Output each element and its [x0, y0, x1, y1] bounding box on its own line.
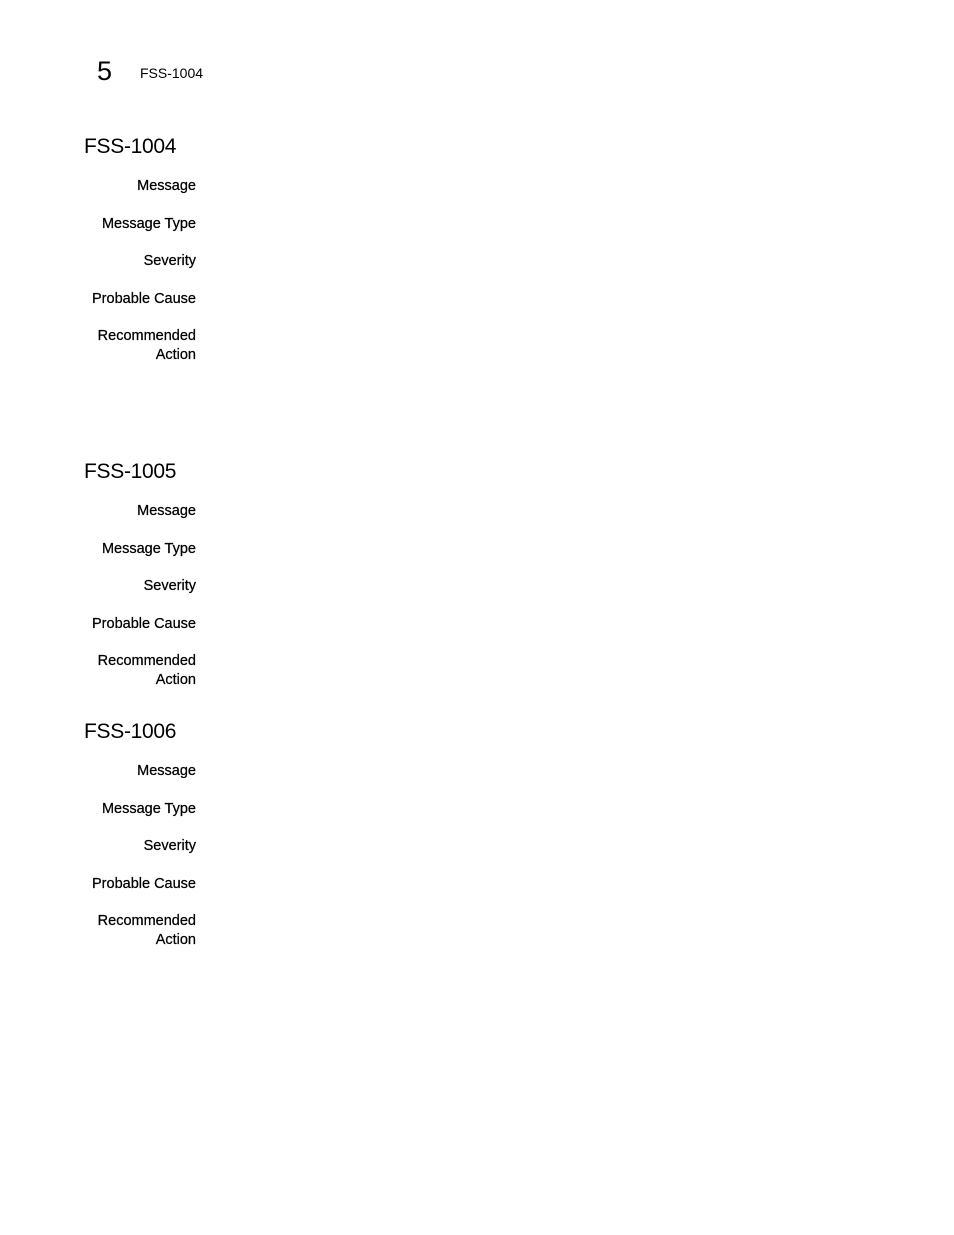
field-row-message: Message [84, 762, 904, 781]
field-label: Severity [143, 253, 196, 269]
field-label: Message Type [101, 215, 196, 232]
field-row-message-type: Message Type [84, 215, 904, 234]
field-row-recommended-action: Recommended Action [84, 327, 904, 365]
field-label: Severity [143, 838, 196, 854]
field-label: Probable Cause [92, 615, 196, 632]
field-label: Message [137, 763, 196, 779]
field-row-message: Message [84, 177, 904, 196]
field-label: Message [137, 503, 196, 519]
field-value [218, 800, 904, 819]
field-label: Probable Cause [92, 290, 196, 307]
field-label-line: Action [155, 347, 197, 363]
field-value [218, 762, 904, 781]
section-title: FSS-1006 [84, 720, 177, 743]
message-section: FSS-1005 Message Message Type Severity P… [84, 459, 904, 709]
field-list: Message Message Type Severity Probable C… [84, 502, 904, 690]
field-label: Message [137, 178, 196, 194]
field-row-message-type: Message Type [84, 800, 904, 819]
field-list: Message Message Type Severity Probable C… [84, 762, 904, 950]
field-label-line: Recommended [97, 653, 197, 669]
field-label: Message Type [101, 540, 196, 557]
field-row-severity: Severity [84, 252, 904, 271]
field-value [218, 912, 904, 931]
field-value [218, 652, 904, 671]
chapter-number: 5 [97, 56, 113, 86]
message-section: FSS-1004 Message Message Type Severity P… [84, 134, 904, 384]
field-value [218, 327, 904, 346]
running-title: FSS-1004 [140, 65, 204, 81]
section-title: FSS-1004 [84, 135, 177, 158]
field-label: Message Type [101, 800, 196, 817]
field-label: Recommended Action [84, 912, 197, 950]
field-label-line: Action [155, 932, 197, 948]
field-label-line: Action [155, 672, 197, 688]
field-row-recommended-action: Recommended Action [84, 912, 904, 950]
field-value [218, 540, 904, 559]
field-row-probable-cause: Probable Cause [84, 875, 904, 894]
field-row-message: Message [84, 502, 904, 521]
field-row-recommended-action: Recommended Action [84, 652, 904, 690]
field-label: Probable Cause [92, 875, 196, 892]
field-label-line: Recommended [97, 328, 197, 344]
field-value [218, 215, 904, 234]
field-value [218, 837, 904, 856]
message-section: FSS-1006 Message Message Type Severity P… [84, 719, 904, 969]
field-row-severity: Severity [84, 837, 904, 856]
field-list: Message Message Type Severity Probable C… [84, 177, 904, 365]
field-row-severity: Severity [84, 577, 904, 596]
field-value [218, 502, 904, 521]
field-value [218, 252, 904, 271]
field-row-probable-cause: Probable Cause [84, 615, 904, 634]
field-value [218, 177, 904, 196]
field-value [218, 577, 904, 596]
field-row-message-type: Message Type [84, 540, 904, 559]
field-label: Recommended Action [84, 652, 197, 690]
field-label-line: Recommended [97, 913, 197, 929]
section-title: FSS-1005 [84, 460, 177, 483]
field-label: Severity [143, 578, 196, 594]
field-value [218, 290, 904, 309]
field-value [218, 875, 904, 894]
field-value [218, 615, 904, 634]
field-row-probable-cause: Probable Cause [84, 290, 904, 309]
field-label: Recommended Action [84, 327, 197, 365]
